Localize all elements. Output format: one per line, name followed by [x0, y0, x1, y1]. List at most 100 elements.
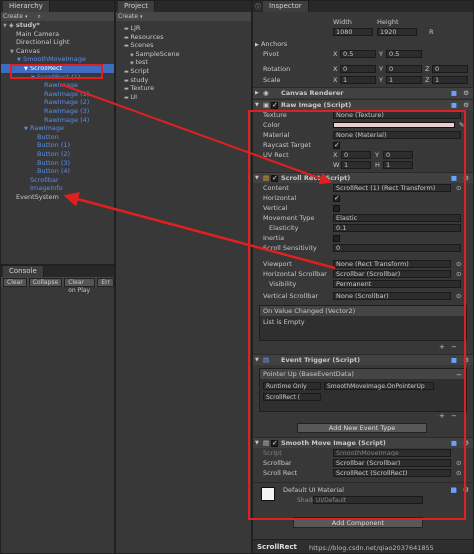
material-field[interactable]: None (Material) [333, 131, 461, 139]
hierarchy-item[interactable]: ▼ ScrollRect (1) [1, 73, 114, 82]
height-field[interactable]: 1920 [377, 28, 417, 36]
gear-icon[interactable]: ⚙ [463, 355, 469, 366]
tab-hierarchy[interactable]: Hierarchy [3, 1, 50, 12]
add-new-event-type-button[interactable]: Add New Event Type [297, 423, 427, 433]
help-icon[interactable]: ■ [450, 486, 457, 494]
canvas-renderer-header[interactable]: ▶ ◉ Canvas Renderer ■ ⚙ [253, 87, 473, 99]
rot-y-field[interactable]: 0 [386, 65, 422, 73]
raw-image-header[interactable]: ▼ ▣ Raw Image (Script) ■ ⚙ [253, 99, 473, 111]
gear-icon[interactable]: ⚙ [463, 88, 469, 99]
chevron-down-icon[interactable]: ▾ [25, 14, 28, 20]
scroll-rect-enabled-checkbox[interactable] [271, 173, 278, 184]
eyedropper-icon[interactable]: ✎ [459, 120, 464, 130]
help-icon[interactable]: ■ [451, 88, 457, 99]
vertical-checkbox[interactable] [333, 205, 340, 212]
tab-console[interactable]: Console [3, 266, 44, 277]
remove-event-button[interactable]: − [456, 371, 462, 379]
scrollrect-field[interactable]: ScrollRect (ScrollRect) [333, 469, 451, 477]
uv-w-field[interactable]: 1 [341, 161, 371, 169]
sensitivity-field[interactable]: 0 [333, 244, 461, 252]
project-item[interactable]: ▬ Resources [116, 33, 251, 42]
content-field[interactable]: ScrollRect (1) (Rect Transform) [333, 184, 451, 192]
target-field[interactable]: ScrollRect ( [263, 393, 321, 401]
add-component-button[interactable]: Add Component [293, 517, 423, 528]
raw-image-enabled-checkbox[interactable] [271, 100, 278, 111]
tab-project[interactable]: Project [118, 1, 155, 12]
event-trigger-header[interactable]: ▼ ▤ Event Trigger (Script) ■ ⚙ [253, 354, 473, 366]
inertia-checkbox[interactable] [333, 235, 340, 242]
hierarchy-item[interactable]: Main Camera [1, 30, 114, 39]
project-item[interactable]: ◆ SampleScene [116, 50, 251, 59]
project-item[interactable]: ▬ Texture [116, 84, 251, 93]
project-item[interactable]: ◆ test [116, 58, 251, 67]
chevron-down-icon[interactable]: ▾ [140, 14, 143, 20]
rot-z-field[interactable]: 0 [432, 65, 468, 73]
add-entry-button[interactable]: + [439, 412, 445, 420]
smooth-move-enabled-checkbox[interactable] [271, 438, 278, 449]
vscroll-field[interactable]: None (Scrollbar) [333, 292, 451, 300]
project-item[interactable]: ▬ UI [116, 93, 251, 102]
scale-x-field[interactable]: 1 [340, 76, 376, 84]
hierarchy-item[interactable]: Directional Light [1, 38, 114, 47]
add-listener-button[interactable]: + [439, 343, 445, 351]
remove-entry-button[interactable]: − [451, 412, 457, 420]
scale-z-field[interactable]: 1 [432, 76, 468, 84]
raycast-checkbox[interactable] [333, 140, 340, 150]
hierarchy-item[interactable]: Button (4) [1, 167, 114, 176]
console-button[interactable]: Clear [3, 277, 27, 287]
pivot-y-field[interactable]: 0.5 [386, 50, 422, 58]
uv-h-field[interactable]: 1 [383, 161, 413, 169]
gear-icon[interactable]: ⚙ [463, 486, 469, 494]
console-button[interactable]: Clear on Play [64, 277, 96, 294]
uv-x-field[interactable]: 0 [341, 151, 371, 159]
triangle-down-icon[interactable]: ▼ [255, 355, 259, 366]
hierarchy-item[interactable]: RawImage [1, 81, 114, 90]
help-icon[interactable]: ■ [451, 355, 457, 366]
elasticity-field[interactable]: 0.1 [333, 224, 461, 232]
width-field[interactable]: 1080 [333, 28, 373, 36]
hierarchy-item[interactable]: RawImage (4) [1, 116, 114, 125]
object-picker-icon[interactable]: ⊙ [456, 291, 461, 301]
movement-dropdown[interactable]: Elastic [333, 214, 461, 222]
color-swatch[interactable] [333, 122, 455, 128]
function-dropdown[interactable]: SmoothMoveImage.OnPointerUp [324, 382, 434, 390]
visibility-dropdown[interactable]: Permanent [333, 280, 461, 288]
anchors-row[interactable]: ▶ Anchors [253, 39, 473, 49]
remove-listener-button[interactable]: − [451, 343, 457, 351]
uv-y-field[interactable]: 0 [383, 151, 413, 159]
runtime-dropdown[interactable]: Runtime Only [263, 382, 321, 390]
rot-x-field[interactable]: 0 [340, 65, 376, 73]
horizontal-checkbox[interactable] [333, 193, 340, 203]
object-picker-icon[interactable]: ⊙ [456, 269, 461, 279]
scene-row[interactable]: ▼ ◈ study* [1, 21, 114, 30]
hierarchy-item[interactable]: Scrollbar [1, 176, 114, 185]
hierarchy-item[interactable]: ▼ ScrollRect [1, 63, 114, 73]
smooth-move-header[interactable]: ▼ ▤ Smooth Move Image (Script) ■ ⚙ [253, 437, 473, 449]
hierarchy-item[interactable]: ▼ SmoothMoveImage [1, 55, 114, 64]
console-button[interactable]: Collapse [28, 277, 63, 287]
tab-inspector[interactable]: Inspector [263, 1, 309, 12]
project-item[interactable]: ▬ LJR [116, 24, 251, 33]
hierarchy-create-button[interactable]: Create [3, 13, 23, 20]
project-item[interactable]: ▬ Script [116, 67, 251, 76]
project-item[interactable]: ▬ Scenes [116, 41, 251, 50]
hierarchy-item[interactable]: Button (2) [1, 150, 114, 159]
project-item[interactable]: ▬ study [116, 76, 251, 85]
project-create-button[interactable]: Create [118, 13, 138, 20]
console-button[interactable]: Err [97, 277, 114, 287]
texture-field[interactable]: None (Texture) [333, 111, 461, 119]
hierarchy-item[interactable]: EventSystem [1, 193, 114, 202]
hierarchy-item[interactable]: ▼ RawImage [1, 124, 114, 133]
hierarchy-item[interactable]: Button (1) [1, 141, 114, 150]
hierarchy-item[interactable]: RawImage (2) [1, 98, 114, 107]
hierarchy-item[interactable]: Button [1, 133, 114, 142]
object-picker-icon[interactable]: ⊙ [456, 183, 461, 193]
hierarchy-item[interactable]: Button (3) [1, 159, 114, 168]
scale-y-field[interactable]: 1 [386, 76, 422, 84]
hierarchy-item[interactable]: RawImage (1) [1, 90, 114, 99]
scrollbar-field[interactable]: Scrollbar (Scrollbar) [333, 459, 451, 467]
hierarchy-item[interactable]: ▼ Canvas [1, 47, 114, 56]
object-picker-icon[interactable]: ⊙ [456, 259, 461, 269]
shader-dropdown[interactable]: UI/Default [313, 496, 423, 504]
pivot-x-field[interactable]: 0.5 [340, 50, 376, 58]
